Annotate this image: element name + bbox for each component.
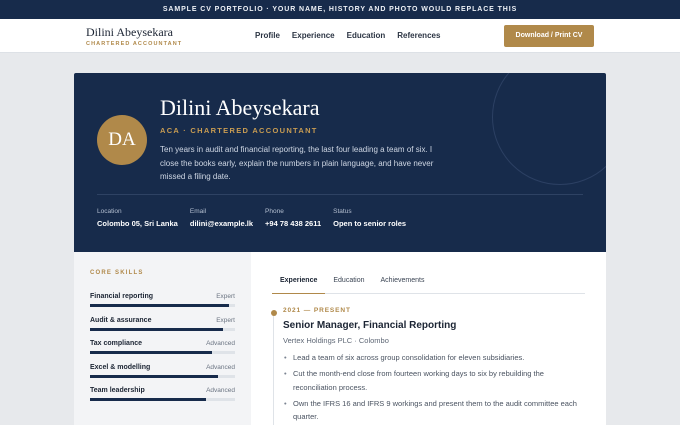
top-banner: SAMPLE CV PORTFOLIO · YOUR NAME, HISTORY… [0, 0, 680, 19]
skill-bar [90, 304, 235, 307]
divider [97, 194, 583, 195]
fact-value: Colombo 05, Sri Lanka [97, 219, 178, 228]
skills-heading: CORE SKILLS [90, 270, 144, 276]
fact-label: Email [189, 208, 207, 215]
fact-location: Location Colombo 05, Sri Lanka [97, 208, 178, 228]
skill-item: Audit & assurance Expert [90, 317, 235, 341]
skill-level: Advanced [206, 387, 235, 394]
nav-link-profile[interactable]: Profile [255, 31, 280, 40]
skill-bar-fill [90, 304, 230, 307]
skill-name: Financial reporting [90, 293, 154, 300]
job-bullet: Cut the month-end close from fourteen wo… [283, 367, 588, 394]
skill-level: Advanced [206, 340, 235, 347]
fact-value[interactable]: dilini@example.lk [190, 219, 253, 228]
job-bullet: Lead a team of six across group consolid… [283, 351, 588, 365]
skill-bar-fill [90, 374, 218, 378]
nav-link-references[interactable]: References [397, 31, 440, 40]
skill-bar [90, 351, 235, 354]
fact-label: Status [333, 208, 352, 215]
skill-name: Excel & modelling [90, 363, 151, 371]
job-date: 2021 — PRESENT [283, 307, 351, 314]
job-bullet: Own the IFRS 16 and IFRS 9 workings and … [283, 397, 588, 424]
skill-level: Expert [216, 293, 235, 300]
brand-subtitle: CHARTERED ACCOUNTANT [86, 41, 183, 47]
nav-link-education[interactable]: Education [347, 31, 386, 40]
profile-hero: DA Dilini Abeysekara ACA · CHARTERED ACC… [74, 73, 606, 252]
skill-bar-fill [90, 398, 206, 401]
fact-value: Open to senior roles [333, 219, 407, 228]
tab-experience[interactable]: Experience [272, 271, 326, 294]
job-company: Vertex Holdings PLC · Colombo [283, 336, 389, 345]
download-cv-button[interactable]: Download / Print CV [504, 25, 594, 47]
skill-bar-fill [90, 327, 224, 331]
profile-name: Dilini Abeysekara [160, 95, 320, 120]
skill-item: Excel & modelling Advanced [90, 364, 235, 388]
skill-bar [90, 327, 235, 331]
section-tabs: Experience Education Achievements [272, 271, 585, 294]
timeline-dot [270, 310, 277, 316]
skill-item: Team leadership Advanced [90, 387, 235, 411]
top-nav: Dilini Abeysekara CHARTERED ACCOUNTANT P… [0, 19, 680, 53]
skill-level: Advanced [206, 363, 235, 371]
avatar: DA [97, 115, 147, 165]
skill-name: Tax compliance [90, 340, 143, 347]
skill-bar-fill [90, 351, 212, 354]
skill-name: Team leadership [90, 387, 145, 394]
skill-bar [90, 398, 235, 401]
fact-label: Phone [265, 208, 284, 215]
skill-name: Audit & assurance [90, 316, 152, 324]
job-bullets: Lead a team of six across group consolid… [283, 351, 588, 425]
skill-bar [90, 374, 235, 378]
tab-achievements[interactable]: Achievements [373, 271, 433, 294]
brand-name[interactable]: Dilini Abeysekara [86, 25, 173, 40]
fact-status: Status Open to senior roles [333, 208, 406, 228]
timeline-line [273, 314, 274, 425]
profile-title: ACA · CHARTERED ACCOUNTANT [160, 126, 318, 135]
fact-label: Location [97, 208, 122, 215]
nav-link-experience[interactable]: Experience [292, 31, 335, 40]
job-title: Senior Manager, Financial Reporting [283, 320, 457, 331]
fact-email: Email dilini@example.lk [190, 208, 253, 228]
fact-value[interactable]: +94 78 438 2611 [265, 219, 321, 228]
skill-item: Tax compliance Advanced [90, 340, 235, 364]
contact-facts: Location Colombo 05, Sri Lanka Email dil… [97, 208, 418, 228]
main-panel: Experience Education Achievements 2021 —… [251, 252, 606, 425]
skills-list: Financial reporting Expert Audit & assura… [90, 293, 235, 411]
skills-sidebar: CORE SKILLS Financial reporting Expert Au… [74, 252, 251, 425]
tab-education[interactable]: Education [325, 271, 372, 294]
profile-summary: Ten years in audit and financial reporti… [160, 145, 434, 181]
skill-item: Financial reporting Expert [90, 293, 235, 317]
decorative-circle [492, 73, 606, 185]
fact-phone: Phone +94 78 438 2611 [265, 208, 321, 228]
skill-level: Expert [216, 316, 235, 324]
nav-links: Profile Experience Education References [255, 31, 440, 40]
